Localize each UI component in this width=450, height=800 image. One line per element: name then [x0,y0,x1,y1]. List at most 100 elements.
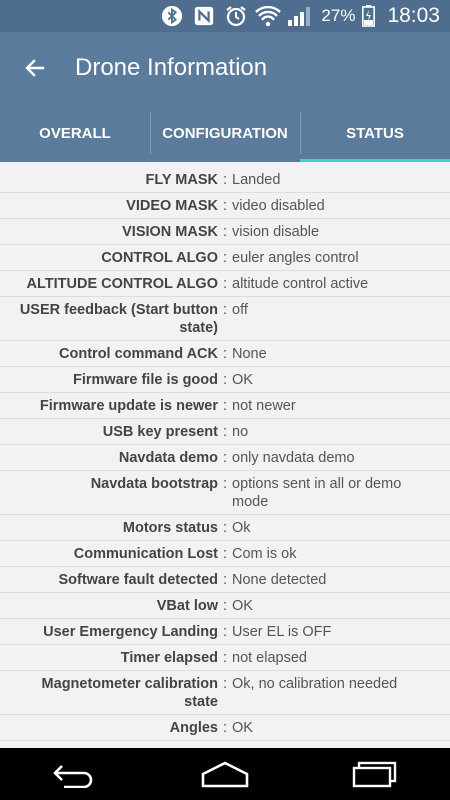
info-row-software-fault: Software fault detected: None detected [0,567,450,593]
info-separator: : [222,276,228,292]
info-separator: : [222,372,228,388]
info-value: no [232,424,249,440]
info-value: OK [232,372,253,388]
info-separator: : [222,302,228,318]
alarm-icon [223,4,249,28]
info-value: altitude control active [232,276,369,292]
info-row-vbat-low: VBat low: OK [0,593,450,619]
bluetooth-icon [159,4,185,28]
info-separator: : [222,172,228,188]
nav-back-button[interactable] [40,754,110,794]
info-row-magnetometer: Magnetometer calibration state: Ok, no ca… [0,671,450,715]
nav-recents-button[interactable] [340,754,410,794]
info-key: Magnetometer calibration state [41,676,218,710]
info-separator: : [222,198,228,214]
info-separator: : [222,546,228,562]
info-row-firmware-update: Firmware update is newer: not newer [0,393,450,419]
info-row-motors-status: Motors status: Ok [0,515,450,541]
info-row-navdata-bootstrap: Navdata bootstrap: options sent in all or… [0,471,450,515]
info-value: options sent in all or demo mode [232,476,402,510]
info-separator: : [222,676,228,692]
recents-icon [352,761,397,788]
app-bar: Drone Information [0,32,450,104]
tab-status[interactable]: STATUS [300,104,450,162]
info-separator: : [222,476,228,492]
info-row-timer-elapsed: Timer elapsed: not elapsed [0,645,450,671]
info-row-control-ack: Control command ACK: None [0,341,450,367]
info-separator: : [222,650,228,666]
info-key: VISION MASK [122,224,218,240]
info-key: Firmware update is newer [39,398,218,414]
info-key: Firmware file is good [72,372,218,388]
info-key: USER feedback (Start button state) [19,302,218,336]
clock: 18:03 [387,4,440,27]
info-key: VIDEO MASK [126,198,218,214]
info-value: Landed [232,172,281,188]
status-bar: 27% 18:03 [0,0,450,32]
battery-percent: 27% [321,6,356,25]
info-row-control-algo: CONTROL ALGO: euler angles control [0,245,450,271]
back-button[interactable] [0,32,70,104]
info-row-angles: Angles: OK [0,715,450,741]
nfc-icon [191,4,217,28]
info-value: None [232,346,267,362]
page-title: Drone Information [75,54,268,81]
info-separator: : [222,720,228,736]
info-value: OK [232,720,253,736]
arrow-left-icon [25,59,45,77]
info-key: Software fault detected [58,572,218,588]
info-separator: : [222,520,228,536]
info-key: Angles [169,720,218,736]
nav-home-button[interactable] [190,754,260,794]
info-key: VBat low [156,598,218,614]
info-row-navdata-demo: Navdata demo: only navdata demo [0,445,450,471]
info-value: Com is ok [232,546,297,562]
info-row-fly-mask: FLY MASK: Landed [0,167,450,193]
battery-icon [361,4,375,28]
tab-bar: OVERALL CONFIGURATION STATUS [0,104,450,162]
info-row-vision-mask: VISION MASK: vision disable [0,219,450,245]
info-row-firmware-file: Firmware file is good: OK [0,367,450,393]
status-list[interactable]: FLY MASK: Landed VIDEO MASK: video disable… [0,162,450,748]
info-separator: : [222,346,228,362]
info-value: not newer [232,398,296,414]
tab-overall[interactable]: OVERALL [0,104,150,162]
info-value: vision disable [232,224,320,240]
info-key: ALTITUDE CONTROL ALGO [26,276,218,292]
home-icon [201,761,249,788]
info-key: CONTROL ALGO [101,250,218,266]
info-separator: : [222,450,228,466]
info-value: Ok [232,520,251,536]
info-key: Navdata bootstrap [90,476,218,492]
info-value: euler angles control [232,250,359,266]
tab-configuration[interactable]: CONFIGURATION [150,104,300,162]
info-value: not elapsed [232,650,307,666]
info-value: Ok, no calibration needed [232,676,398,692]
info-row-emergency-landing: User Emergency Landing: User EL is OFF [0,619,450,645]
info-key: Control command ACK [59,346,218,362]
info-separator: : [222,624,228,640]
info-row-user-feedback: USER feedback (Start button state): off [0,297,450,341]
info-value: off [232,302,248,318]
info-value: only navdata demo [232,450,355,466]
info-value: video disabled [232,198,325,214]
info-value: OK [232,598,253,614]
info-key: Navdata demo [118,450,218,466]
info-separator: : [222,224,228,240]
signal-icon [287,4,313,28]
info-separator: : [222,398,228,414]
back-arrow-icon [53,765,93,788]
info-key: Communication Lost [73,546,218,562]
info-row-communication-lost: Communication Lost: Com is ok [0,541,450,567]
wifi-icon [255,4,282,28]
info-key: Timer elapsed [120,650,218,666]
info-separator: : [222,250,228,266]
info-row-usb-key: USB key present: no [0,419,450,445]
info-key: USB key present [102,424,218,440]
info-row-altitude-control: ALTITUDE CONTROL ALGO: altitude control a… [0,271,450,297]
info-row-video-mask: VIDEO MASK: video disabled [0,193,450,219]
info-key: FLY MASK [145,172,218,188]
info-key: User Emergency Landing [43,624,218,640]
info-separator: : [222,572,228,588]
info-value: None detected [232,572,327,588]
